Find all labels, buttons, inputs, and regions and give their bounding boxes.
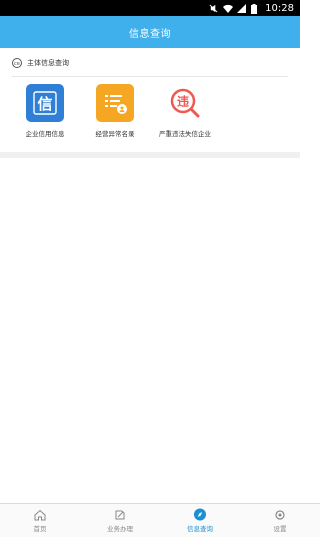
svg-text:ce: ce [14, 61, 20, 67]
battery-icon [251, 3, 260, 14]
tile-abnormal-list[interactable]: 经营异常名录 [80, 84, 150, 138]
nav-home[interactable]: 首页 [0, 504, 80, 537]
edit-icon [114, 509, 126, 521]
section-separator [0, 152, 300, 158]
status-time: 10:28 [265, 2, 294, 14]
nav-business[interactable]: 业务办理 [80, 504, 160, 537]
mute-icon [209, 4, 218, 13]
abnormal-list-icon [96, 84, 134, 122]
entity-query-section: ce 主体信息查询 [0, 48, 300, 77]
home-icon [34, 509, 46, 521]
query-tiles: 信 企业信用信息 经营异常名录 违 严重违法失信企业 [0, 77, 300, 138]
tile-serious-violation[interactable]: 违 严重违法失信企业 [150, 84, 220, 138]
search-compass-icon [194, 508, 206, 521]
tile-label: 经营异常名录 [95, 130, 135, 138]
credit-glyph: 信 [37, 95, 52, 113]
tile-credit-info[interactable]: 信 企业信用信息 [10, 84, 80, 138]
settings-icon [274, 509, 286, 521]
wifi-icon [223, 4, 234, 13]
violation-glyph: 违 [177, 94, 189, 109]
nav-label: 业务办理 [107, 524, 133, 533]
tile-label: 企业信用信息 [25, 130, 65, 138]
nav-label: 设置 [273, 524, 287, 533]
nav-label: 信息查询 [187, 524, 213, 533]
nav-settings[interactable]: 设置 [240, 504, 320, 537]
nav-info-query[interactable]: 信息查询 [160, 504, 240, 537]
bottom-nav: 首页 业务办理 信息查询 设置 [0, 503, 320, 537]
title-bar: 信息查询 [0, 16, 300, 48]
status-bar: 10:28 [0, 0, 300, 16]
section-title: 主体信息查询 [27, 59, 69, 67]
nav-label: 首页 [33, 524, 47, 533]
credit-info-icon: 信 [26, 84, 64, 122]
section-header: ce 主体信息查询 [12, 56, 288, 70]
qr-scan-icon: ce [12, 58, 22, 68]
page-title: 信息查询 [129, 28, 171, 40]
signal-icon [237, 3, 247, 13]
serious-violation-icon: 违 [166, 84, 204, 122]
tile-label: 严重违法失信企业 [159, 130, 211, 138]
